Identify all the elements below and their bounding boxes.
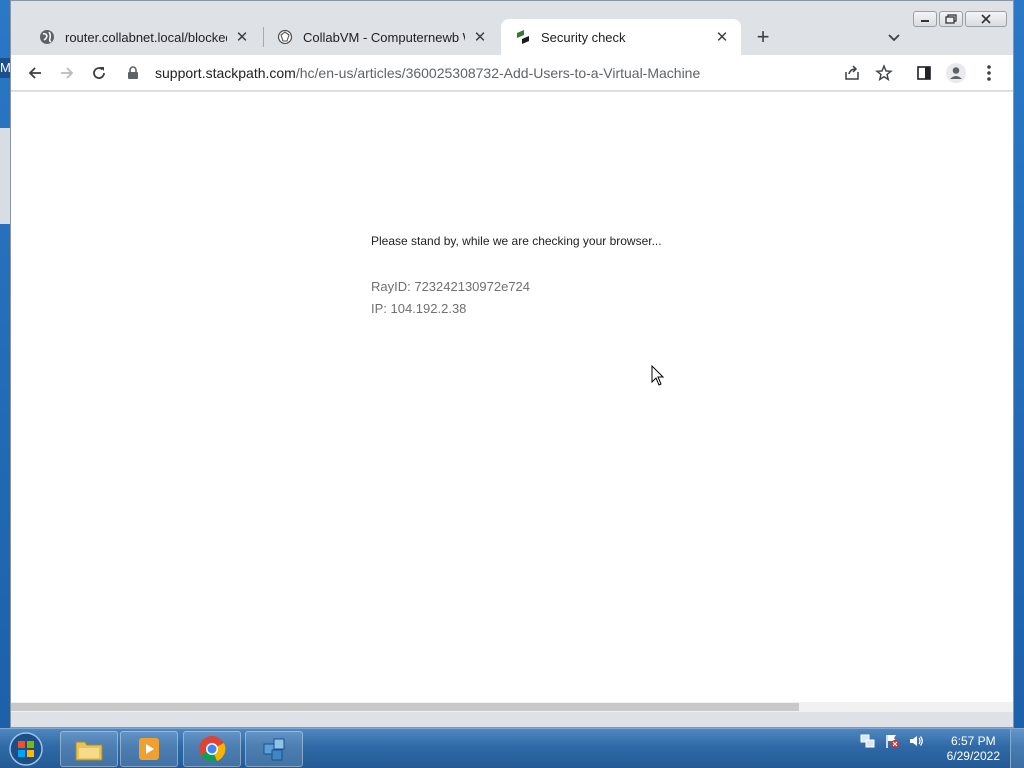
ray-id: RayID: 723242130972e724 [371,279,531,294]
back-button[interactable] [23,61,47,85]
tab-router-blocked[interactable]: router.collabnet.local/blocked.php ✕ [25,19,261,55]
wiki-icon [277,29,293,45]
side-panel-icon[interactable] [912,61,936,85]
page-content: Please stand by, while we are checking y… [11,92,1013,712]
taskbar-media-player-button[interactable] [120,731,178,767]
clock[interactable]: 6:57 PM 6/29/2022 [947,734,1000,764]
address-bar[interactable]: support.stackpath.com/hc/en-us/articles/… [125,58,901,88]
close-tab-icon[interactable]: ✕ [713,28,731,46]
new-tab-button[interactable]: + [751,26,775,50]
chrome-icon [199,736,226,762]
tab-title: CollabVM - Computernewb Wiki [303,29,465,45]
tab-collabvm-wiki[interactable]: CollabVM - Computernewb Wiki ✕ [263,19,499,55]
checking-message: Please stand by, while we are checking y… [371,234,662,248]
close-window-button[interactable] [965,11,1007,27]
volume-icon[interactable] [908,733,924,749]
tab-strip: router.collabnet.local/blocked.php ✕ Col… [11,1,1013,55]
scrollbar-thumb[interactable] [11,703,799,711]
clock-date: 6/29/2022 [946,749,1000,763]
taskbar-chrome-button[interactable] [183,731,241,767]
url-path: /hc/en-us/articles/360025308732-Add-User… [295,65,701,81]
share-icon[interactable] [840,61,864,85]
show-desktop-button[interactable] [1010,729,1024,768]
ray-info: RayID: 723242130972e724 IP: 104.192.2.38 [371,276,530,320]
globe-icon [39,29,55,45]
minimize-button[interactable] [913,11,937,27]
url-host: support.stackpath.com [155,65,296,81]
folder-icon [75,741,103,761]
browser-window: router.collabnet.local/blocked.php ✕ Col… [10,0,1014,728]
network-cube-icon [263,738,285,761]
start-button[interactable] [4,731,48,767]
horizontal-scrollbar[interactable] [11,702,1013,712]
action-center-flag-icon[interactable] [884,733,900,749]
bookmark-star-icon[interactable] [872,61,896,85]
tab-title: Security check [541,29,626,45]
media-player-icon [139,738,159,760]
maximize-button[interactable] [939,11,963,27]
lock-icon[interactable] [125,66,141,80]
taskbar-explorer-button[interactable] [60,731,118,767]
taskbar-network-app-button[interactable] [245,731,303,767]
system-tray [860,733,924,749]
tab-security-check[interactable]: Security check ✕ [501,19,741,55]
close-tab-icon[interactable]: ✕ [471,28,489,46]
tab-title: router.collabnet.local/blocked.php [65,29,227,45]
menu-kebab-icon[interactable] [977,61,1001,85]
close-tab-icon[interactable]: ✕ [233,28,251,46]
browser-toolbar: support.stackpath.com/hc/en-us/articles/… [11,55,1013,91]
network-icon[interactable] [860,733,876,749]
profile-avatar-icon[interactable] [944,61,968,85]
forward-button[interactable] [55,61,79,85]
tab-search-chevron-icon[interactable] [885,28,903,46]
mouse-cursor-icon [651,365,665,386]
clock-time: 6:57 PM [950,734,996,748]
ip-address: IP: 104.192.2.38 [371,301,467,316]
window-controls [913,11,1007,27]
reload-button[interactable] [87,61,111,85]
stackpath-icon [515,29,531,45]
taskbar: 6:57 PM 6/29/2022 [0,728,1024,768]
